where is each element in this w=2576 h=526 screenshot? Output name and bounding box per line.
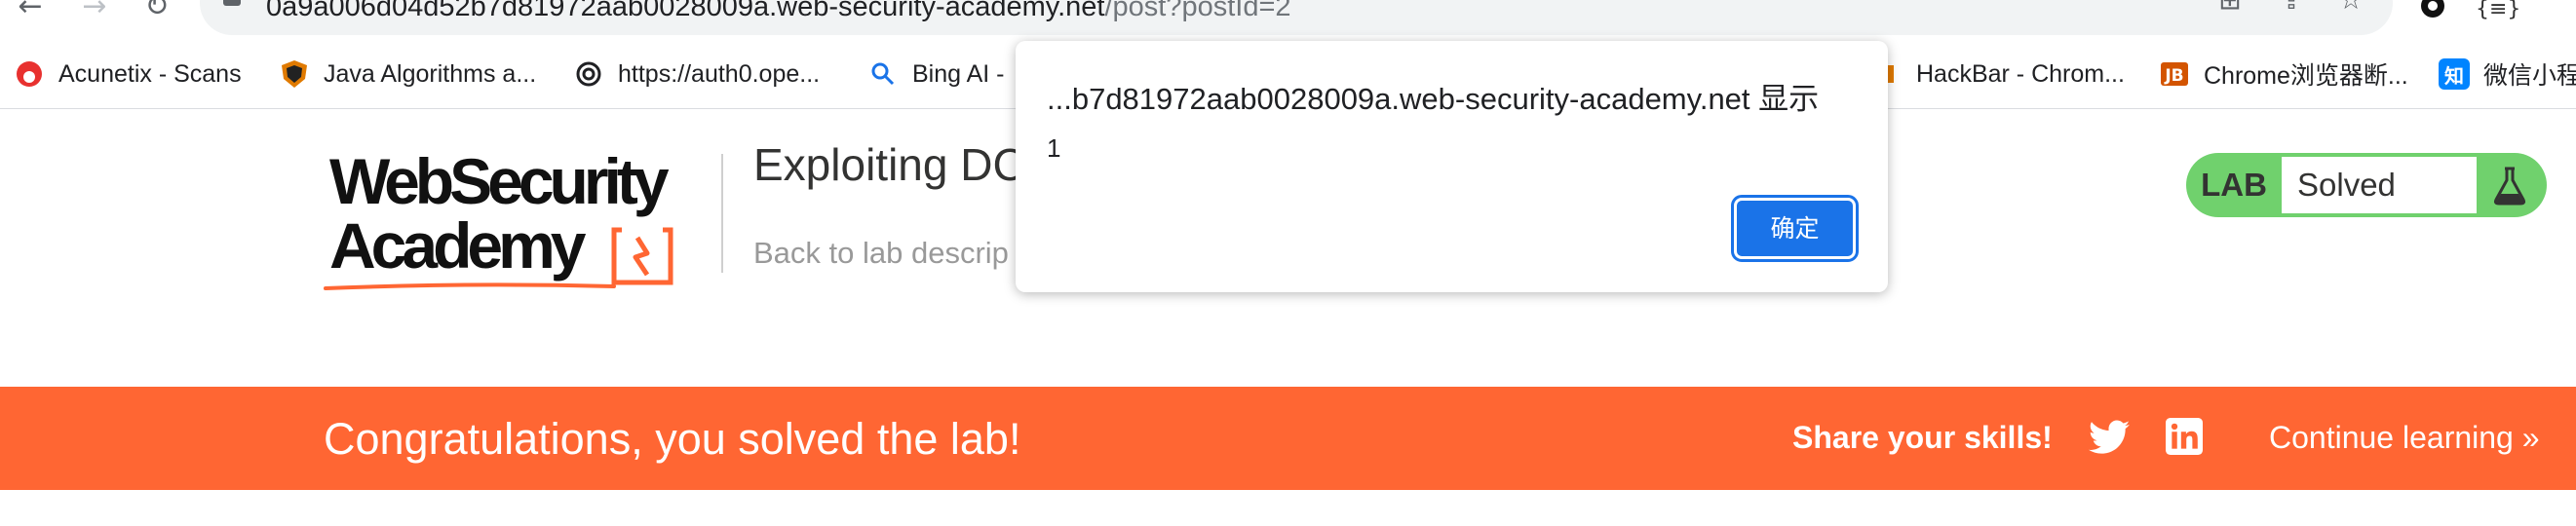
json-extension-icon[interactable]: {≡} (2476, 0, 2520, 23)
dialog-title: ...b7d81972aab0028009a.web-security-acad… (1047, 82, 1820, 116)
zhihu-icon: 知 (2439, 58, 2470, 90)
alert-dialog: ...b7d81972aab0028009a.web-security-acad… (1016, 41, 1888, 292)
bookmark-label: Java Algorithms a... (324, 59, 537, 88)
star-icon[interactable]: ☆ (2333, 0, 2368, 14)
search-icon (867, 58, 899, 90)
bookmark-bing-ai[interactable]: Bing AI - (867, 47, 1005, 101)
address-bar[interactable]: 0a9a006d04d52b7d81972aab0028009a.web-sec… (200, 0, 2393, 35)
browser-toolbar: ← → ↻ 0a9a006d04d52b7d81972aab0028009a.w… (0, 0, 2576, 37)
back-arrow-icon[interactable]: ← (14, 0, 47, 21)
bookmark-hackbar[interactable]: HackBar - Chrom... (1871, 47, 2125, 101)
bookmark-label: Acunetix - Scans (58, 59, 242, 88)
forward-arrow-icon[interactable]: → (78, 0, 111, 21)
extension-circle-icon[interactable] (2415, 0, 2450, 23)
share-icon[interactable]: ⇪ (2274, 0, 2309, 14)
back-to-lab-description-link[interactable]: Back to lab descrip (753, 236, 1009, 271)
bookmark-label: Chrome浏览器断... (2204, 62, 2408, 90)
congratulations-banner: Congratulations, you solved the lab! Sha… (0, 387, 2576, 490)
bookmark-chrome-breakpoint[interactable]: JB Chrome浏览器断... (2159, 47, 2408, 101)
shield-icon (279, 58, 310, 90)
logo-lightning-icon (611, 227, 673, 285)
logo-underline-swoosh (324, 282, 616, 290)
openai-icon (573, 58, 604, 90)
web-security-academy-logo[interactable]: WebSecurity Academy (324, 146, 723, 292)
url-text[interactable]: 0a9a006d04d52b7d81972aab0028009a.web-sec… (266, 0, 1291, 21)
bookmark-label: https://auth0.ope... (618, 59, 821, 88)
bookmark-wechat-mini[interactable]: 知 微信小程 (2439, 47, 2576, 101)
congratulations-text: Congratulations, you solved the lab! (324, 414, 1021, 464)
header-divider (721, 154, 723, 273)
bookmark-label: 微信小程 (2483, 62, 2576, 90)
reload-icon[interactable]: ↻ (140, 0, 173, 21)
logo-line1: WebSecurity (329, 145, 670, 217)
share-skills-text: Share your skills! (1792, 420, 2053, 455)
flask-icon (2493, 167, 2526, 206)
page-title: Exploiting DC (753, 139, 1025, 190)
dialog-message: 1 (1047, 133, 1061, 163)
bookmark-java-algorithms[interactable]: Java Algorithms a... (279, 47, 536, 101)
svg-text:JB: JB (2164, 66, 2183, 86)
bookmark-label: Bing AI - (912, 59, 1005, 88)
jb-icon: JB (2159, 58, 2190, 90)
linkedin-icon[interactable] (2166, 418, 2203, 455)
continue-learning-link[interactable]: Continue learning » (2269, 420, 2540, 456)
acunetix-icon (14, 58, 45, 90)
lock-icon[interactable] (223, 0, 241, 6)
bookmark-acunetix[interactable]: Acunetix - Scans (14, 47, 242, 101)
dialog-ok-button[interactable]: 确定 (1731, 195, 1859, 262)
lab-badge-status: Solved (2282, 157, 2477, 213)
lab-status-badge: LAB Solved (2186, 153, 2547, 217)
bookmark-auth0[interactable]: https://auth0.ope... (573, 47, 820, 101)
translate-icon[interactable]: ⊞ (2212, 0, 2248, 14)
lab-badge-label: LAB (2201, 167, 2267, 203)
logo-line2: Academy (329, 209, 586, 282)
twitter-icon[interactable] (2089, 419, 2130, 456)
bookmark-label: HackBar - Chrom... (1916, 59, 2125, 88)
